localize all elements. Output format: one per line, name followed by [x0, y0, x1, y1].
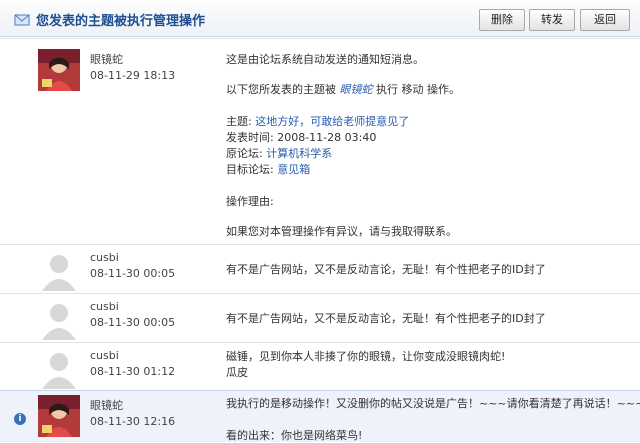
message-time: 08-11-30 12:16 [90, 415, 176, 428]
origin-forum-link[interactable]: 计算机科学系 [266, 147, 332, 160]
message-text: 有不是广告网站，又不是反动言论，无耻！有个性把老子的ID封了 [226, 312, 546, 325]
message-text: 我执行的是移动操作！又没删你的帖又没说是广告！~~~请你看清楚了再说话！~~~ [226, 397, 640, 410]
subject-link[interactable]: 这地方好，可敢给老师提意见了 [255, 115, 409, 128]
sender-name[interactable]: cusbi [90, 300, 119, 313]
sender-name[interactable]: 眼镜蛇 [90, 397, 123, 413]
message-time: 08-11-29 18:13 [90, 69, 176, 82]
message-item: 眼镜蛇 08-11-29 18:13 这是由论坛系统自动发送的通知短消息。 以下… [0, 38, 640, 244]
avatar [38, 395, 80, 437]
message-text: 磁锤，见到你本人非揍了你的眼镜，让你变成没眼镜肉蛇! [226, 350, 506, 363]
delete-button[interactable]: 删除 [479, 9, 525, 31]
back-button[interactable]: 返回 [580, 9, 630, 31]
avatar [38, 49, 80, 91]
posttime-line: 发表时间: 2008-11-28 03:40 [226, 131, 376, 145]
message-item-highlighted: i 眼镜蛇 08-11-30 12:16 我执行的是移动操作！又没删你的帖又没说… [0, 390, 640, 442]
message-text: 有不是广告网站，又不是反动言论，无耻！有个性把老子的ID封了 [226, 263, 546, 276]
message-icon [14, 14, 30, 26]
message-body: 这是由论坛系统自动发送的通知短消息。 以下您所发表的主题被 眼镜蛇 执行 移动 … [226, 39, 631, 244]
sender-name[interactable]: cusbi [90, 251, 119, 264]
sender-name[interactable]: 眼镜蛇 [90, 51, 123, 67]
notice-footer: 如果您对本管理操作有异议，请与我取得联系。 [226, 225, 457, 238]
notice-action-line: 以下您所发表的主题被 眼镜蛇 执行 移动 操作。 [226, 83, 460, 97]
target-forum-link[interactable]: 意见箱 [277, 163, 310, 176]
forward-button[interactable]: 转发 [529, 9, 575, 31]
notice-text: 执行 [376, 83, 398, 96]
notice-text: 以下您所发表的主题被 [226, 83, 336, 96]
subject-line: 主题: 这地方好，可敢给老师提意见了 [226, 115, 409, 129]
posttime-label: 发表时间: [226, 131, 274, 144]
message-item: cusbi 08-11-30 01:12 磁锤，见到你本人非揍了你的眼镜，让你变… [0, 342, 640, 390]
default-avatar-icon [38, 347, 80, 389]
notice-text: 操作。 [427, 83, 460, 96]
message-item: cusbi 08-11-30 00:05 有不是广告网站，又不是反动言论，无耻！… [0, 244, 640, 293]
notice-text: 移动 [401, 83, 424, 96]
notice-line: 这是由论坛系统自动发送的通知短消息。 [226, 53, 424, 66]
origin-label: 原论坛: [226, 147, 263, 160]
sender-name[interactable]: cusbi [90, 349, 119, 362]
target-forum-line: 目标论坛: 意见箱 [226, 163, 310, 177]
reason-label: 操作理由: [226, 195, 274, 208]
actor-link[interactable]: 眼镜蛇 [340, 83, 373, 96]
message-time: 08-11-30 01:12 [90, 365, 176, 378]
message-time: 08-11-30 00:05 [90, 316, 176, 329]
info-icon: i [14, 413, 26, 425]
message-time: 08-11-30 00:05 [90, 267, 176, 280]
target-label: 目标论坛: [226, 163, 274, 176]
subject-label: 主题: [226, 115, 252, 128]
message-text: 瓜皮 [226, 366, 248, 379]
default-avatar-icon [38, 249, 80, 291]
message-item: cusbi 08-11-30 00:05 有不是广告网站，又不是反动言论，无耻！… [0, 293, 640, 342]
message-header: 您发表的主题被执行管理操作 删除 转发 返回 [0, 0, 640, 37]
origin-forum-line: 原论坛: 计算机科学系 [226, 147, 332, 161]
default-avatar-icon [38, 298, 80, 340]
posttime-value: 2008-11-28 03:40 [277, 131, 377, 144]
page-title: 您发表的主题被执行管理操作 [36, 14, 206, 29]
